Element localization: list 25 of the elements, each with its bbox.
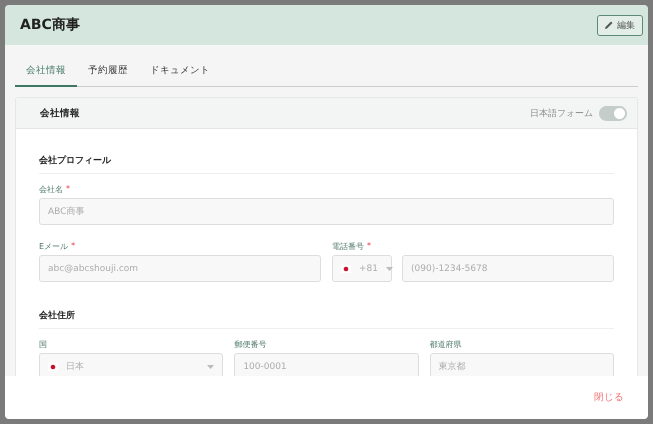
section-title: 会社プロフィール xyxy=(39,143,614,174)
required-mark: * xyxy=(71,241,76,251)
section-title: 会社住所 xyxy=(39,298,614,329)
required-mark: * xyxy=(367,241,371,251)
tab[interactable]: 会社情報 xyxy=(15,55,77,87)
required-mark: * xyxy=(66,184,70,194)
field-label: 会社名 xyxy=(39,184,63,194)
field-label: 国 xyxy=(39,339,47,349)
caret-icon xyxy=(386,266,393,270)
window-title: ABC商事 xyxy=(20,16,80,34)
caret-icon xyxy=(207,364,214,368)
toggle-switch[interactable] xyxy=(599,106,627,120)
field-label: 郵便番号 xyxy=(234,339,266,349)
edit-button[interactable]: 編集 xyxy=(597,14,643,36)
toggle-label: 日本語フォーム xyxy=(530,108,593,120)
field-label: Eメール xyxy=(39,241,68,251)
field-label: 都道府県 xyxy=(430,339,462,349)
flag-icon xyxy=(48,362,58,370)
close-button[interactable]: 閉じる xyxy=(588,390,630,405)
tab[interactable]: ドキュメント xyxy=(139,55,221,87)
tab[interactable]: 予約履歴 xyxy=(77,55,139,87)
flag-icon xyxy=(341,264,351,272)
card-title: 会社情報 xyxy=(40,106,80,120)
pencil-icon xyxy=(605,21,613,29)
field-label: 電話番号 xyxy=(332,241,364,251)
